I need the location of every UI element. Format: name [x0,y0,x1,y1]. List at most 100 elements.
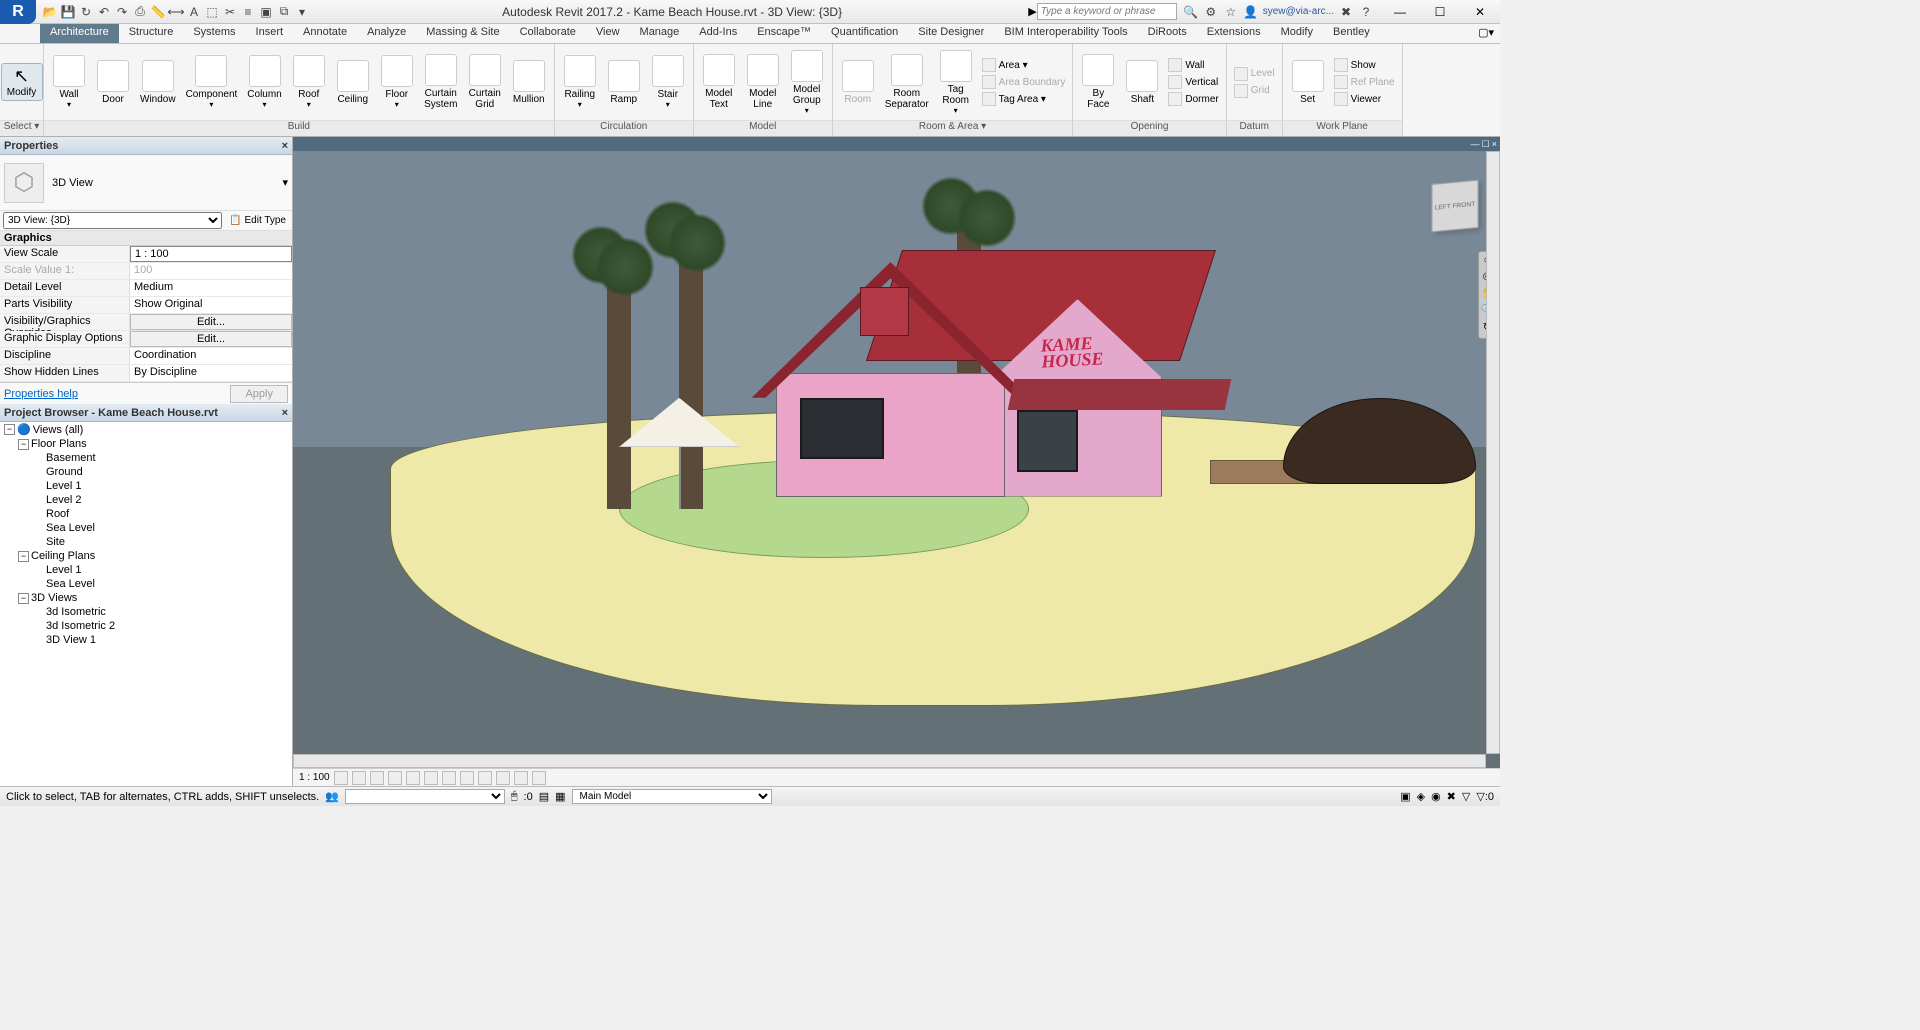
prop-detaillevel[interactable]: Detail LevelMedium [0,280,292,297]
ribbon-min-icon[interactable]: ▢▾ [1472,24,1500,43]
door-button[interactable]: Door [92,58,134,107]
tree-ground[interactable]: Ground [0,465,292,479]
infocenter-icon[interactable]: 🔍 [1183,4,1199,20]
tab-sitedesigner[interactable]: Site Designer [908,24,994,43]
user-icon[interactable]: 👤 [1243,4,1259,20]
tree-site[interactable]: Site [0,535,292,549]
vcb-lock-icon[interactable] [460,771,474,785]
tree-3diso[interactable]: 3d Isometric [0,605,292,619]
tab-enscape[interactable]: Enscape™ [747,24,821,43]
measure-icon[interactable]: 📏 [150,4,166,20]
status-i5-icon[interactable]: ▽ [1462,790,1470,803]
tab-extensions[interactable]: Extensions [1197,24,1271,43]
status-filter-icon[interactable]: ▤ [539,790,549,803]
railing-button[interactable]: Railing▾ [559,53,601,111]
close-hidden-icon[interactable]: ▣ [258,4,274,20]
prop-hidden[interactable]: Show Hidden LinesBy Discipline [0,365,292,382]
tab-architecture[interactable]: Architecture [40,24,119,43]
vcb-scale[interactable]: 1 : 100 [299,772,330,783]
select-dd[interactable]: Select ▾ [0,120,43,136]
sync-icon[interactable]: ↻ [78,4,94,20]
mullion-button[interactable]: Mullion [508,58,550,107]
search-input[interactable] [1037,3,1177,20]
tab-manage[interactable]: Manage [630,24,690,43]
tagarea-button[interactable]: Tag Area ▾ [979,91,1069,107]
print-icon[interactable]: ⎙ [132,4,148,20]
viewcube[interactable]: LEFT FRONT [1432,180,1479,233]
vcb-style-icon[interactable] [352,771,366,785]
tab-systems[interactable]: Systems [183,24,245,43]
maximize-button[interactable]: ☐ [1420,0,1460,24]
tab-addins[interactable]: Add-Ins [689,24,747,43]
tab-modify[interactable]: Modify [1271,24,1323,43]
byface-button[interactable]: By Face [1077,52,1119,112]
curtainsystem-button[interactable]: Curtain System [420,52,462,112]
ramp-button[interactable]: Ramp [603,58,645,107]
section-icon[interactable]: ✂ [222,4,238,20]
tree-sealevel[interactable]: Sea Level [0,521,292,535]
properties-header[interactable]: Properties × [0,137,292,155]
vcb-detail-icon[interactable] [334,771,348,785]
tree-roof[interactable]: Roof [0,507,292,521]
user-label[interactable]: syew@via-arc... [1263,6,1334,17]
tab-quantification[interactable]: Quantification [821,24,908,43]
properties-help-link[interactable]: Properties help [4,388,78,400]
dormer-button[interactable]: Dormer [1165,91,1221,107]
status-i2-icon[interactable]: ◈ [1417,790,1425,803]
vcb-sun-icon[interactable] [370,771,384,785]
edit-type-button[interactable]: 📋 Edit Type [226,214,289,227]
status-workset-icon[interactable]: 👥 [325,790,339,803]
viewport-hscroll[interactable] [293,754,1486,768]
modelline-button[interactable]: Model Line [742,52,784,112]
tree-level1[interactable]: Level 1 [0,479,292,493]
prop-discipline[interactable]: DisciplineCoordination [0,348,292,365]
modelgroup-button[interactable]: Model Group▾ [786,48,828,117]
tree-cp-sea[interactable]: Sea Level [0,577,292,591]
vertical-button[interactable]: Vertical [1165,74,1221,90]
vcb-render-icon[interactable] [406,771,420,785]
help-icon[interactable]: ? [1358,4,1374,20]
tab-insert[interactable]: Insert [246,24,294,43]
prop-viewscale[interactable]: View Scale1 : 100 [0,246,292,263]
project-browser[interactable]: −🔵 Views (all) − Floor Plans Basement Gr… [0,422,292,786]
modeltext-button[interactable]: Model Text [698,52,740,112]
status-filter-count[interactable]: ▽:0 [1476,790,1494,803]
fav-icon[interactable]: ☆ [1223,4,1239,20]
window-button[interactable]: Window [136,58,180,107]
tab-diroots[interactable]: DiRoots [1138,24,1197,43]
tab-collaborate[interactable]: Collaborate [510,24,586,43]
shaft-button[interactable]: Shaft [1121,58,1163,107]
stair-button[interactable]: Stair▾ [647,53,689,111]
tab-bentley[interactable]: Bentley [1323,24,1380,43]
view-max-icon[interactable]: ☐ [1482,139,1490,150]
modify-button[interactable]: ↖ Modify [1,63,43,101]
vcb-cropshow-icon[interactable] [442,771,456,785]
tab-analyze[interactable]: Analyze [357,24,416,43]
undo-icon[interactable]: ↶ [96,4,112,20]
tree-views-root[interactable]: −🔵 Views (all) [0,422,292,437]
search-go-icon[interactable]: ▶ [1028,5,1036,18]
tree-level2[interactable]: Level 2 [0,493,292,507]
status-i1-icon[interactable]: ▣ [1400,790,1410,803]
type-selector[interactable]: ⬡ 3D View ▾ [0,155,292,211]
prop-gdo[interactable]: Graphic Display OptionsEdit... [0,331,292,348]
text-icon[interactable]: A [186,4,202,20]
status-design-icon[interactable]: ▦ [555,790,565,803]
switch-icon[interactable]: ⧉ [276,4,292,20]
tab-structure[interactable]: Structure [119,24,184,43]
tree-ceilingplans[interactable]: − Ceiling Plans [0,549,292,563]
vcb-constraints-icon[interactable] [532,771,546,785]
tree-basement[interactable]: Basement [0,451,292,465]
column-button[interactable]: Column▾ [243,53,285,111]
tree-cp-l1[interactable]: Level 1 [0,563,292,577]
close-button[interactable]: ✕ [1460,0,1500,24]
tab-annotate[interactable]: Annotate [293,24,357,43]
area-button[interactable]: Area ▾ [979,57,1069,73]
show-button[interactable]: Show [1331,57,1398,73]
prop-group-graphics[interactable]: Graphics [0,231,292,246]
wall-button[interactable]: Wall▾ [48,53,90,111]
app-logo[interactable]: R [0,0,36,24]
status-i4-icon[interactable]: ✖ [1447,790,1456,803]
instance-select[interactable]: 3D View: {3D} [3,212,222,229]
view-min-icon[interactable]: — [1471,139,1480,149]
